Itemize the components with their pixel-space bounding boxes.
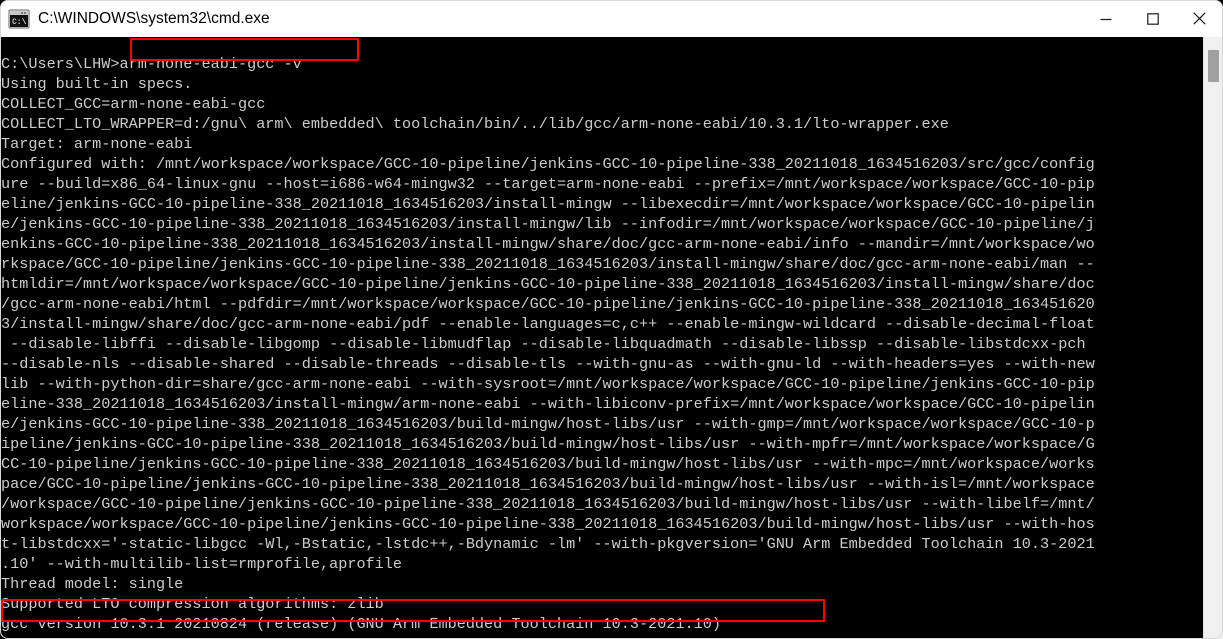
terminal-area[interactable]: C:\Users\LHW>arm-none-eabi-gcc -v Using … <box>0 37 1223 639</box>
minimize-button[interactable] <box>1082 0 1129 37</box>
vertical-scrollbar[interactable] <box>1203 37 1223 639</box>
window-title: C:\WINDOWS\system32\cmd.exe <box>38 9 270 27</box>
window-controls <box>1082 0 1223 37</box>
terminal-output: C:\Users\LHW>arm-none-eabi-gcc -v Using … <box>1 55 1095 634</box>
title-bar: C:\ C:\WINDOWS\system32\cmd.exe <box>0 0 1223 37</box>
cmd-console-icon: C:\ <box>8 9 30 29</box>
maximize-button[interactable] <box>1129 0 1176 37</box>
close-button[interactable] <box>1176 0 1223 37</box>
title-bar-left: C:\ C:\WINDOWS\system32\cmd.exe <box>0 9 1082 29</box>
scrollbar-thumb[interactable] <box>1208 50 1219 82</box>
svg-text:C:\: C:\ <box>12 18 27 27</box>
cmd-window: C:\ C:\WINDOWS\system32\cmd.exe C:\Users… <box>0 0 1223 639</box>
